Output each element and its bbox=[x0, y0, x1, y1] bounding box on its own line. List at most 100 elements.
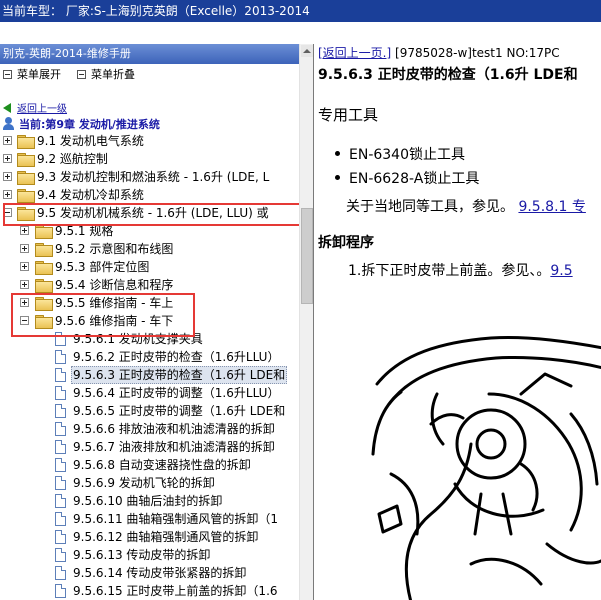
document-icon bbox=[55, 584, 66, 598]
tree-item-label: 9.5.6 维修指南 - 车下 bbox=[55, 314, 174, 328]
expand-plus-icon[interactable] bbox=[3, 172, 12, 181]
document-icon bbox=[55, 386, 66, 400]
document-icon bbox=[55, 422, 66, 436]
document-icon bbox=[55, 404, 66, 418]
expand-plus-icon[interactable] bbox=[3, 136, 12, 145]
tree-item-label: 9.5.5 维修指南 - 车上 bbox=[55, 296, 174, 310]
tree-item-label: 9.5.6.6 排放油液和机油滤清器的拆卸 bbox=[73, 422, 275, 436]
collapse-square-icon bbox=[77, 70, 86, 79]
tree-item-label: 9.4 发动机冷却系统 bbox=[37, 188, 144, 202]
document-icon bbox=[55, 332, 66, 346]
collapse-minus-icon[interactable] bbox=[20, 316, 29, 325]
expand-square-icon bbox=[3, 70, 12, 79]
tree-item-label: 9.5.6.5 正时皮带的调整（1.6升 LDE和 bbox=[73, 404, 286, 418]
document-icon bbox=[55, 512, 66, 526]
expand-plus-icon[interactable] bbox=[20, 262, 29, 271]
title-gap bbox=[0, 22, 601, 44]
expand-plus-icon[interactable] bbox=[20, 226, 29, 235]
expand-plus-icon[interactable] bbox=[3, 154, 12, 163]
document-icon bbox=[55, 476, 66, 490]
folder-icon bbox=[35, 261, 53, 275]
document-icon bbox=[55, 566, 66, 580]
equivalent-tools-label: 关于当地同等工具，参见。 bbox=[346, 199, 514, 215]
manual-title: 别克-英朗-2014-维修手册 bbox=[3, 47, 131, 60]
tree-item-label: 9.5.2 示意图和布线图 bbox=[55, 242, 174, 256]
step-1-text: 1.拆下正时皮带上前盖。参见、。9.5 bbox=[348, 260, 573, 280]
step-1-label: 1.拆下正时皮带上前盖。参见、。 bbox=[348, 263, 551, 279]
tree-item-label: 9.5.6.12 曲轴箱强制通风管的拆卸 bbox=[73, 530, 259, 544]
tree-item-label: 9.5.3 部件定位图 bbox=[55, 260, 150, 274]
back-arrow-icon bbox=[3, 103, 11, 113]
document-pane: [返回上一页.] [9785028-w]test1 NO:17PC 9.5.6.… bbox=[315, 44, 601, 600]
tool-item: EN-6628-A锁止工具 bbox=[334, 168, 479, 188]
tree-item-label: 9.5.6.10 曲轴后油封的拆卸 bbox=[73, 494, 223, 508]
document-title: 9.5.6.3 正时皮带的检查（1.6升 LDE和 bbox=[318, 67, 578, 83]
tree-item-label: 9.5.6.8 自动变速器挠性盘的拆卸 bbox=[73, 458, 251, 472]
tree-item-label: 9.5.6.2 正时皮带的检查（1.6升LLU） bbox=[73, 350, 280, 364]
tree-item-label: 9.5.6.11 曲轴箱强制通风管的拆卸（1 bbox=[73, 512, 279, 526]
folder-open-icon bbox=[35, 315, 53, 329]
tree-item-label: 9.5.6.4 正时皮带的调整（1.6升LLU） bbox=[73, 386, 280, 400]
tree-item-label: 9.5.1 规格 bbox=[55, 224, 114, 238]
tree-scrollbar[interactable] bbox=[299, 44, 313, 600]
expand-menu-label: 菜单展开 bbox=[17, 68, 61, 81]
expand-plus-icon[interactable] bbox=[3, 190, 12, 199]
tree-item-label: 9.5 发动机机械系统 - 1.6升 (LDE, LLU) 或 bbox=[37, 206, 269, 220]
navigation-pane: 别克-英朗-2014-维修手册 菜单展开 菜单折叠 返回上一级 当前:第9章 发… bbox=[0, 44, 314, 600]
collapse-menu-label: 菜单折叠 bbox=[91, 68, 135, 81]
document-icon bbox=[55, 350, 66, 364]
folder-icon bbox=[35, 297, 53, 311]
collapse-minus-icon[interactable] bbox=[3, 208, 12, 217]
document-icon bbox=[55, 494, 66, 508]
tree-item-label: 9.2 巡航控制 bbox=[37, 152, 108, 166]
tree-item-label: 9.5.6.14 传动皮带张紧器的拆卸 bbox=[73, 566, 247, 580]
engine-line-illustration bbox=[371, 335, 601, 600]
expand-plus-icon[interactable] bbox=[20, 280, 29, 289]
document-header: [返回上一页.] [9785028-w]test1 NO:17PC bbox=[318, 44, 560, 61]
tree-item-label: 9.1 发动机电气系统 bbox=[37, 134, 144, 148]
window-title-bar: 当前车型： 厂家:S-上海别克英朗（Excelle）2013-2014 bbox=[0, 0, 601, 22]
folder-icon bbox=[35, 279, 53, 293]
tree-item-label: 9.5.6.3 正时皮带的检查（1.6升 LDE和 bbox=[71, 366, 288, 384]
tool-item: EN-6340锁止工具 bbox=[335, 144, 465, 164]
manual-title-bar: 别克-英朗-2014-维修手册 bbox=[0, 44, 313, 64]
folder-icon bbox=[17, 135, 35, 149]
folder-icon bbox=[17, 153, 35, 167]
collapse-menu-button[interactable]: 菜单折叠 bbox=[77, 66, 135, 84]
back-to-parent-link[interactable]: 返回上一级 bbox=[17, 104, 67, 115]
tree-item-label: 9.5.6.13 传动皮带的拆卸 bbox=[73, 548, 211, 562]
tree-item-label: 9.5.4 诊断信息和程序 bbox=[55, 278, 174, 292]
equivalent-tools-text: 关于当地同等工具，参见。 9.5.8.1 专 bbox=[346, 196, 586, 216]
window-title: 当前车型： 厂家:S-上海别克英朗（Excelle）2013-2014 bbox=[2, 4, 310, 18]
special-tools-heading: 专用工具 bbox=[318, 106, 379, 124]
tree-item-label: 9.5.6.7 油液排放和机油滤清器的拆卸 bbox=[73, 440, 275, 454]
tree-item-label: 9.5.6.9 发动机飞轮的拆卸 bbox=[73, 476, 215, 490]
folder-icon bbox=[35, 225, 53, 239]
folder-icon bbox=[17, 189, 35, 203]
document-icon bbox=[55, 530, 66, 544]
folder-icon bbox=[35, 243, 53, 257]
document-icon bbox=[55, 548, 66, 562]
scroll-up-button[interactable] bbox=[301, 45, 313, 57]
equivalent-tools-link[interactable]: 9.5.8.1 专 bbox=[518, 199, 585, 215]
removal-procedure-heading: 拆卸程序 bbox=[318, 235, 374, 251]
current-chapter-label: 当前:第9章 发动机/推进系统 bbox=[19, 118, 160, 131]
document-icon bbox=[55, 458, 66, 472]
folder-open-icon bbox=[17, 207, 35, 221]
document-icon bbox=[55, 440, 66, 454]
current-chapter: 当前:第9章 发动机/推进系统 bbox=[3, 116, 160, 132]
document-id: [9785028-w]test1 NO:17PC bbox=[395, 46, 560, 60]
back-to-parent: 返回上一级 bbox=[3, 100, 67, 115]
tree-item-label: 9.5.6.1 发动机支撑夹具 bbox=[73, 332, 203, 346]
document-icon bbox=[55, 368, 66, 382]
step-1-link[interactable]: 9.5 bbox=[550, 263, 572, 279]
tree-item-label: 9.5.6.15 正时皮带上前盖的拆卸（1.6 bbox=[73, 584, 278, 598]
scroll-up-icon bbox=[303, 49, 311, 53]
expand-plus-icon[interactable] bbox=[20, 298, 29, 307]
expand-menu-button[interactable]: 菜单展开 bbox=[3, 66, 61, 84]
folder-icon bbox=[17, 171, 35, 185]
scroll-thumb[interactable] bbox=[301, 208, 313, 304]
expand-plus-icon[interactable] bbox=[20, 244, 29, 253]
back-page-link[interactable]: [返回上一页.] bbox=[318, 46, 391, 60]
tree-item-label: 9.3 发动机控制和燃油系统 - 1.6升 (LDE, L bbox=[37, 170, 270, 184]
